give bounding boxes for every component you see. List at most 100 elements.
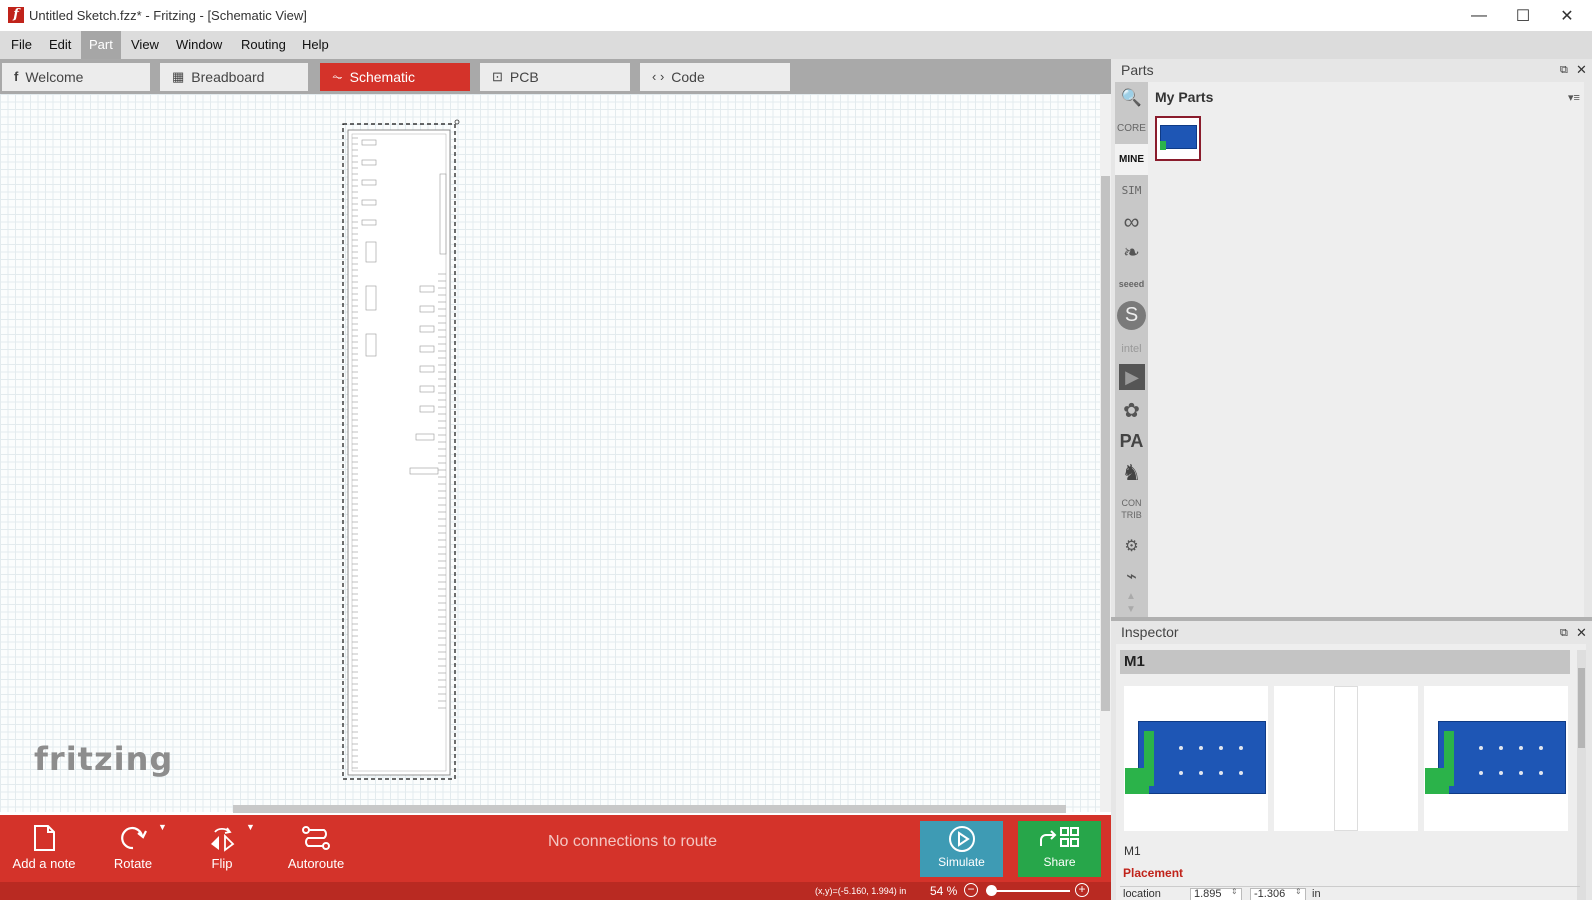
schematic-canvas[interactable]: fritzing [0,94,1100,812]
simulate-label: Simulate [938,855,985,869]
sparkfun-bin-icon[interactable]: ❧ [1115,237,1148,268]
pa-bin-icon[interactable]: PA [1115,426,1148,457]
parts-float-icon[interactable]: ⧉ [1560,64,1568,77]
minimize-button[interactable]: — [1456,0,1502,31]
placement-heading[interactable]: Placement [1123,866,1183,880]
bin-core[interactable]: CORE [1115,113,1148,144]
inspector-float-icon[interactable]: ⧉ [1560,627,1568,640]
zoom-slider-track[interactable] [990,890,1070,892]
bin-contrib[interactable]: CON TRIB [1115,490,1148,528]
parts-bin-content [1148,82,1584,617]
status-bar: (x,y)=(-5.160, 1.994) in 54 % − + [0,882,1111,900]
parts-search-icon[interactable]: 🔍 [1115,82,1148,113]
fritzing-f-icon: f [14,69,19,84]
tab-label: Code [671,69,705,85]
snootlab-bin-icon[interactable]: S [1117,301,1146,330]
simulate-button[interactable]: Simulate [920,821,1003,877]
bin-mine[interactable]: MINE [1115,144,1148,175]
canvas-vertical-scroll-thumb[interactable] [1101,176,1110,711]
flip-label: Flip [211,856,233,871]
menu-routing[interactable]: Routing [233,31,294,59]
play-circle-icon [949,826,975,852]
note-icon [34,825,55,851]
schematic-icon: ⏦ [332,69,343,84]
pcb-board-image [1438,721,1566,794]
schematic-part-body[interactable] [347,129,451,776]
menu-edit[interactable]: Edit [41,31,79,59]
location-y-spinner-icon[interactable]: ⇕ [1295,887,1302,896]
inspector-part-label: M1 [1124,844,1141,858]
pcb-icon: ⊡ [492,69,503,84]
menu-part[interactable]: Part [81,31,121,59]
tab-pcb[interactable]: ⊡ PCB [480,63,630,91]
window-title: Untitled Sketch.fzz* - Fritzing - [Schem… [29,8,307,23]
adafruit-bin-icon[interactable]: ✿ [1115,395,1148,426]
rotate-handle[interactable] [454,119,460,125]
menu-file[interactable]: File [3,31,40,59]
menu-view[interactable]: View [123,31,167,59]
bins-scroll-up-icon[interactable]: ▲ [1126,591,1136,602]
menu-window[interactable]: Window [168,31,230,59]
add-note-button[interactable]: Add a note [10,815,78,882]
breadboard-view-image [1124,686,1268,831]
location-unit: in [1312,888,1321,900]
arduino-bin-icon[interactable]: ∞ [1115,206,1148,237]
rotate-icon [121,826,147,850]
play-bin-icon[interactable]: ▶ [1119,364,1145,390]
inspector-part-title[interactable]: M1 [1120,650,1570,674]
inspector-panel-title: Inspector [1121,624,1179,640]
seeed-bin-icon[interactable]: seeed [1115,268,1148,299]
tab-code[interactable]: ‹ › Code [640,63,790,91]
parts-close-icon[interactable]: ✕ [1576,62,1587,78]
pcb-terminal [1160,141,1166,150]
tab-label: Welcome [25,69,84,85]
location-row: location 1.895 ⇕ -1.306 ⇕ in [1120,886,1580,900]
tab-label: Breadboard [191,69,265,85]
part-thumbnail-m1[interactable] [1155,116,1201,161]
zoom-slider-handle[interactable] [986,885,997,896]
rotate-dropdown-icon[interactable]: ▼ [158,822,167,832]
inspector-close-icon[interactable]: ✕ [1576,625,1587,641]
maximize-button[interactable]: ☐ [1500,0,1546,31]
share-button[interactable]: Share [1018,821,1101,877]
intel-bin-icon[interactable]: intel [1115,333,1148,364]
menu-bar: File Edit Part View Window Routing Help [0,31,1592,59]
rotate-label: Rotate [113,856,153,871]
fritzing-app-icon: f [8,7,24,23]
animal-bin-icon[interactable]: ♞ [1115,457,1148,488]
pcb-view-image [1424,686,1568,831]
flip-button[interactable]: Flip ▼ [194,815,255,882]
menu-help[interactable]: Help [294,31,337,59]
bins-scroll-down-icon[interactable]: ▼ [1126,604,1136,615]
share-icon [1040,827,1079,847]
dock-splitter[interactable] [1111,617,1592,621]
zoom-in-button[interactable]: + [1075,883,1089,897]
routing-status: No connections to route [548,833,717,850]
view-tab-bar: f Welcome ▦ Breadboard ⏦ Schematic ⊡ PCB… [0,59,1111,94]
tab-welcome[interactable]: f Welcome [2,63,150,91]
schematic-drawing [342,119,460,780]
canvas-horizontal-scroll-thumb[interactable] [233,805,1066,813]
cursor-coordinates: (x,y)=(-5.160, 1.994) in [815,886,907,896]
tab-label: PCB [509,69,539,85]
inspector-scroll-thumb[interactable] [1578,668,1585,748]
bin-a-icon[interactable]: ⚙ [1115,530,1148,561]
autoroute-icon [302,826,330,850]
zoom-out-button[interactable]: − [964,883,978,897]
close-button[interactable]: ✕ [1544,0,1590,31]
code-icon: ‹ › [652,69,665,84]
fritzing-window: f Untitled Sketch.fzz* - Fritzing - [Sch… [0,0,1592,900]
breadboard-icon: ▦ [172,69,185,84]
bin-b-icon[interactable]: ⌁ [1115,561,1148,592]
pcb-terminal [1425,768,1449,794]
rotate-button[interactable]: Rotate ▼ [104,815,167,882]
flip-dropdown-icon[interactable]: ▼ [246,822,255,832]
autoroute-button[interactable]: Autoroute [276,815,356,882]
tab-schematic[interactable]: ⏦ Schematic [320,63,470,91]
bin-menu-icon[interactable]: ▾≡ [1568,91,1580,104]
bin-sim[interactable]: SIM [1115,175,1148,206]
title-bar: f Untitled Sketch.fzz* - Fritzing - [Sch… [0,0,1592,31]
tab-breadboard[interactable]: ▦ Breadboard [160,63,308,91]
add-note-label: Add a note [12,856,76,871]
location-x-spinner-icon[interactable]: ⇕ [1231,887,1238,896]
